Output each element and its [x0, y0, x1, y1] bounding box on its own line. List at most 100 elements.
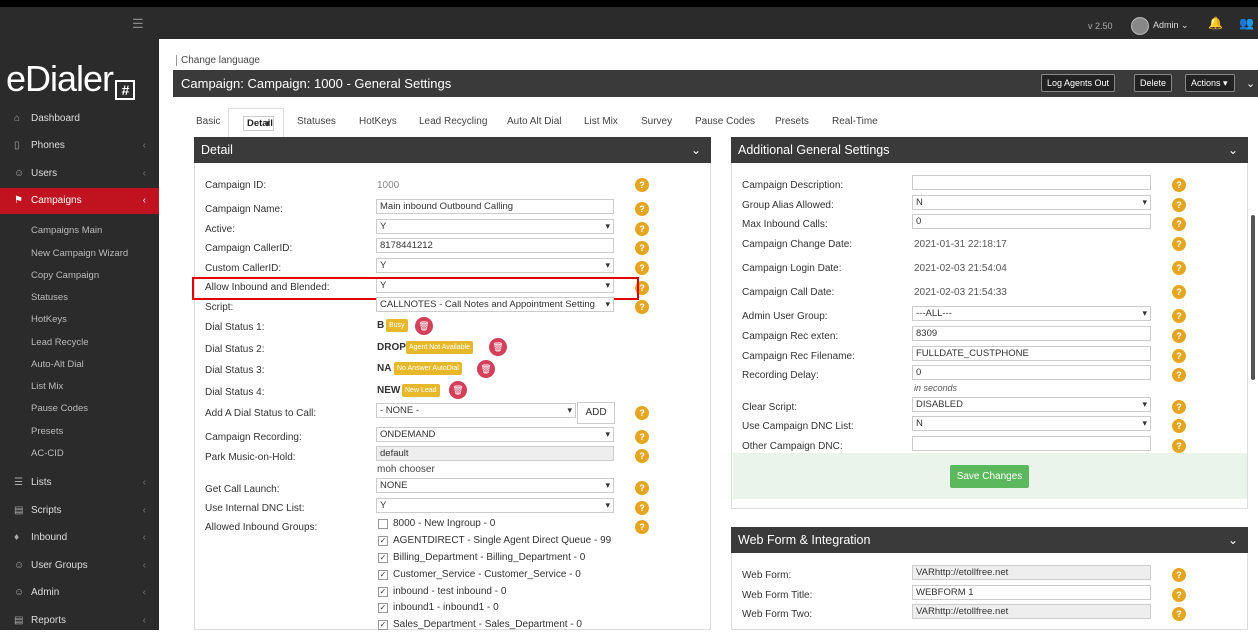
sidebar-item-scripts[interactable]: ▤ Scripts ‹ [0, 498, 159, 524]
trash-icon[interactable]: 🗑 [415, 317, 433, 335]
tab-survey[interactable]: Survey [641, 116, 672, 127]
campaign-name-input[interactable]: Main inbound Outbound Calling [376, 199, 614, 214]
sidebar-item-reports[interactable]: ▤ Reports ‹ [0, 608, 159, 634]
scrollbar[interactable] [1251, 215, 1255, 380]
help-icon[interactable]: ? [635, 449, 649, 463]
add-dial-status-select[interactable]: - NONE - [376, 403, 576, 418]
web-form-two-input[interactable]: VARhttp://etollfree.net [912, 604, 1151, 619]
help-icon[interactable]: ? [635, 300, 649, 314]
campaign-dnc-select[interactable]: N [912, 416, 1151, 431]
help-icon[interactable]: ? [1172, 178, 1186, 192]
hamburger-icon[interactable]: ☰ [132, 16, 144, 32]
submenu-auto-alt-dial[interactable]: Auto-Alt Dial [31, 359, 84, 370]
submenu-statuses[interactable]: Statuses [31, 292, 68, 303]
help-icon[interactable]: ? [635, 222, 649, 236]
tab-basic[interactable]: Basic [196, 116, 220, 127]
admin-menu[interactable]: Admin ⌄ [1153, 20, 1189, 31]
other-dnc-input[interactable] [912, 436, 1151, 451]
internal-dnc-select[interactable]: Y [376, 498, 614, 513]
inbound-group-checkbox[interactable] [378, 519, 388, 529]
submenu-pause-codes[interactable]: Pause Codes [31, 403, 88, 414]
group-alias-select[interactable]: N [912, 195, 1151, 210]
inbound-group-checkbox[interactable]: ✓ [378, 570, 388, 580]
help-icon[interactable]: ? [1172, 329, 1186, 343]
help-icon[interactable]: ? [1172, 237, 1186, 251]
tab-hotkeys[interactable]: HotKeys [359, 116, 397, 127]
web-form-title-input[interactable]: WEBFORM 1 [912, 585, 1151, 600]
help-icon[interactable]: ? [635, 241, 649, 255]
tab-real-time[interactable]: Real-Time [832, 116, 878, 127]
actions-button[interactable]: Actions ▾ [1185, 74, 1235, 92]
add-button[interactable]: ADD [577, 402, 615, 424]
help-icon[interactable]: ? [1172, 607, 1186, 621]
trash-icon[interactable]: 🗑 [477, 360, 495, 378]
submenu-lead-recycle[interactable]: Lead Recycle [31, 337, 89, 348]
help-icon[interactable]: ? [1172, 439, 1186, 453]
inbound-group-checkbox[interactable]: ✓ [378, 536, 388, 546]
trash-icon[interactable]: 🗑 [449, 381, 467, 399]
campaign-description-input[interactable] [912, 175, 1151, 190]
tab-detail[interactable]: Detail [243, 116, 274, 131]
inbound-group-checkbox[interactable]: ✓ [378, 620, 388, 630]
help-icon[interactable]: ? [635, 430, 649, 444]
trash-icon[interactable]: 🗑 [489, 338, 507, 356]
help-icon[interactable]: ? [1172, 198, 1186, 212]
collapse-icon[interactable]: ⌄ [1228, 137, 1238, 163]
callerid-input[interactable]: 8178441212 [376, 238, 614, 253]
help-icon[interactable]: ? [1172, 217, 1186, 231]
help-icon[interactable]: ? [635, 261, 649, 275]
help-icon[interactable]: ? [1172, 588, 1186, 602]
max-inbound-input[interactable]: 0 [912, 214, 1151, 229]
help-icon[interactable]: ? [1172, 419, 1186, 433]
log-agents-out-button[interactable]: Log Agents Out [1041, 74, 1116, 92]
recording-delay-input[interactable]: 0 [912, 365, 1151, 380]
submenu-new-campaign-wizard[interactable]: New Campaign Wizard [31, 248, 128, 259]
park-music-input[interactable]: default [376, 446, 614, 461]
help-icon[interactable]: ? [1172, 400, 1186, 414]
submenu-campaigns-main[interactable]: Campaigns Main [31, 225, 102, 236]
submenu-ac-cid[interactable]: AC-CID [31, 448, 64, 459]
help-icon[interactable]: ? [1172, 349, 1186, 363]
help-icon[interactable]: ? [635, 520, 649, 534]
help-icon[interactable]: ? [635, 406, 649, 420]
help-icon[interactable]: ? [635, 178, 649, 192]
inbound-group-checkbox[interactable]: ✓ [378, 587, 388, 597]
active-select[interactable]: Y [376, 219, 614, 234]
tab-presets[interactable]: Presets [775, 116, 809, 127]
sidebar-item-campaigns[interactable]: ⚑ Campaigns ‹ [0, 188, 159, 214]
bell-icon[interactable]: 🔔 [1208, 16, 1223, 30]
web-form-input[interactable]: VARhttp://etollfree.net [912, 565, 1151, 580]
tab-auto-alt-dial[interactable]: Auto Alt Dial [507, 116, 561, 127]
tab-list-mix[interactable]: List Mix [584, 116, 618, 127]
get-call-launch-select[interactable]: NONE [376, 478, 614, 493]
help-icon[interactable]: ? [635, 202, 649, 216]
inbound-group-checkbox[interactable]: ✓ [378, 603, 388, 613]
tab-pause-codes[interactable]: Pause Codes [695, 116, 755, 127]
collapse-icon[interactable]: ⌄ [1228, 527, 1238, 553]
submenu-presets[interactable]: Presets [31, 426, 63, 437]
custom-callerid-select[interactable]: Y [376, 258, 614, 273]
campaign-recording-select[interactable]: ONDEMAND [376, 427, 614, 442]
inbound-group-checkbox[interactable]: ✓ [378, 553, 388, 563]
help-icon[interactable]: ? [1172, 285, 1186, 299]
sidebar-item-admin[interactable]: ☺ Admin ‹ [0, 580, 159, 606]
sidebar-item-inbound[interactable]: ♦ Inbound ‹ [0, 525, 159, 551]
admin-user-group-select[interactable]: ---ALL--- [912, 306, 1151, 321]
rec-filename-input[interactable]: FULLDATE_CUSTPHONE [912, 346, 1151, 361]
submenu-copy-campaign[interactable]: Copy Campaign [31, 270, 99, 281]
delete-button[interactable]: Delete [1134, 74, 1173, 92]
help-icon[interactable]: ? [1172, 261, 1186, 275]
moh-chooser-link[interactable]: moh chooser [377, 464, 435, 475]
sidebar-item-user-groups[interactable]: ☺ User Groups ‹ [0, 553, 159, 579]
avatar[interactable] [1131, 17, 1149, 35]
rec-exten-input[interactable]: 8309 [912, 326, 1151, 341]
tab-lead-recycling[interactable]: Lead Recycling [419, 116, 487, 127]
collapse-icon[interactable]: ⌄ [691, 137, 701, 163]
clear-script-select[interactable]: DISABLED [912, 397, 1151, 412]
users-icon[interactable]: 👥 [1239, 16, 1254, 30]
sidebar-item-dashboard[interactable]: ⌂ Dashboard [0, 106, 159, 132]
help-icon[interactable]: ? [635, 481, 649, 495]
submenu-list-mix[interactable]: List Mix [31, 381, 63, 392]
help-icon[interactable]: ? [1172, 568, 1186, 582]
sidebar-item-users[interactable]: ☺ Users ‹ [0, 161, 159, 187]
